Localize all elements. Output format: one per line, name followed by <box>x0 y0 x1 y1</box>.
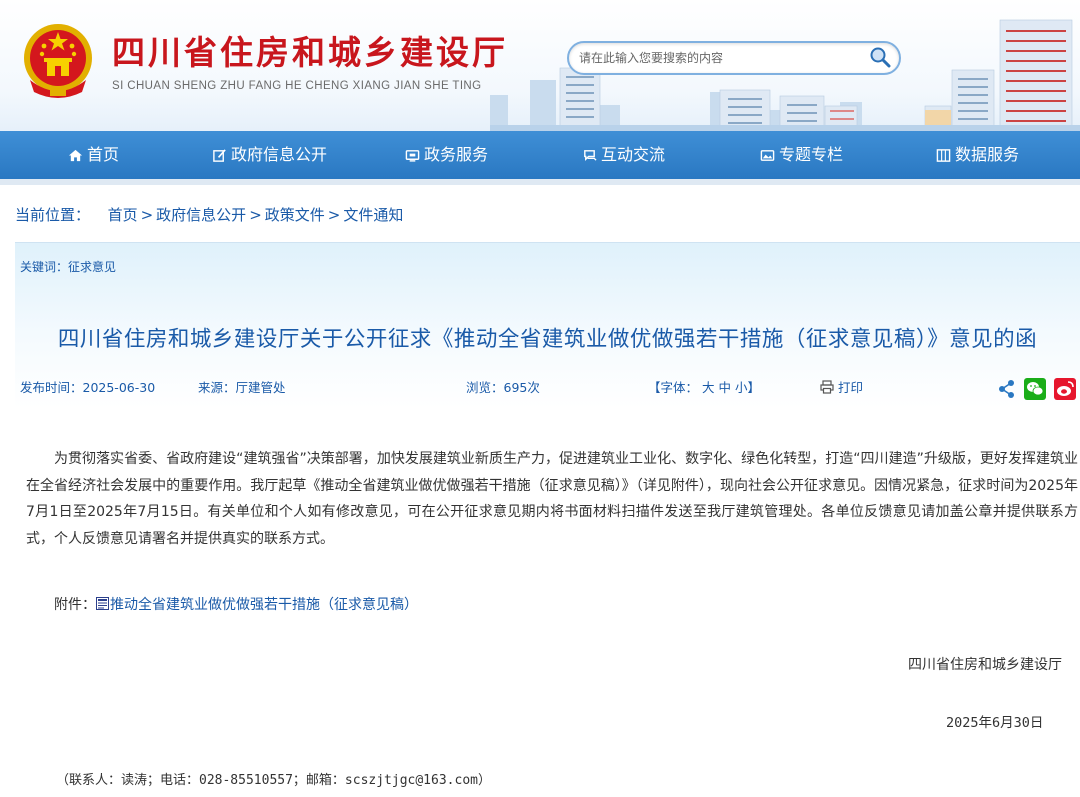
home-icon <box>68 149 83 161</box>
nav-label: 数据服务 <box>955 145 1020 164</box>
nav-item-government-services[interactable]: 政务服务 <box>405 131 488 179</box>
grid-icon <box>936 148 951 162</box>
wechat-share-icon[interactable] <box>1024 378 1046 400</box>
article-source: 来源：厅建管处 <box>198 380 286 395</box>
weibo-share-icon[interactable] <box>1054 378 1076 400</box>
nav-item-data-services[interactable]: 数据服务 <box>936 131 1019 179</box>
font-size-large[interactable]: 大 <box>702 380 715 395</box>
attachment-link[interactable]: 推动全省建筑业做优做强若干措施（征求意见稿） <box>110 597 418 613</box>
breadcrumb-home[interactable]: 首页 <box>108 206 138 224</box>
font-size-controls: 【字体： 大 中 小】 <box>648 377 760 396</box>
breadcrumb-separator: > <box>249 206 262 224</box>
share-icon[interactable] <box>996 378 1018 400</box>
nav-item-government-info[interactable]: 政府信息公开 <box>212 131 327 179</box>
breadcrumb-government-info[interactable]: 政府信息公开 <box>156 206 246 224</box>
print-label: 打印 <box>838 380 864 395</box>
search-icon[interactable] <box>869 46 891 68</box>
signature-organization: 四川省住房和城乡建设厅 <box>908 657 1062 673</box>
nav-label: 政府信息公开 <box>231 145 328 164</box>
article-body-paragraph: 为贯彻落实省委、省政府建设“建筑强省”决策部署，加快发展建筑业新质生产力，促进建… <box>26 451 1078 547</box>
breadcrumb-separator: > <box>140 206 154 224</box>
attachment-label: 附件： <box>54 597 96 613</box>
nav-label: 互动交流 <box>601 145 666 164</box>
nav-item-home[interactable]: 首页 <box>68 131 119 179</box>
font-size-medium[interactable]: 中 <box>719 380 732 395</box>
search-box <box>567 41 901 75</box>
contact-info: （联系人：读涛；电话：028-85510557；邮箱：scszjtjgc@163… <box>56 773 491 788</box>
edit-icon <box>213 148 226 162</box>
site-title[interactable]: 四川省住房和城乡建设厅 <box>112 26 508 74</box>
printer-icon <box>820 379 834 394</box>
search-input[interactable] <box>579 49 859 67</box>
article-keywords[interactable]: 关键词：征求意见 <box>20 258 116 275</box>
nav-item-special-topics[interactable]: 专题专栏 <box>760 131 843 179</box>
site-pinyin-subtitle: SI CHUAN SHENG ZHU FANG HE CHENG XIANG J… <box>112 80 482 92</box>
main-nav: 首页 政府信息公开 政务服务 互动交流 专题专栏 数据服务 <box>0 131 1080 179</box>
view-count: 浏览：695次 <box>466 380 540 395</box>
article-title: 四川省住房和城乡建设厅关于公开征求《推动全省建筑业做优做强若干措施（征求意见稿）… <box>57 327 1038 352</box>
nav-divider <box>0 179 1080 185</box>
exchange-icon <box>584 149 597 161</box>
breadcrumb-policy-documents[interactable]: 政策文件 <box>265 206 325 224</box>
breadcrumb-separator: > <box>327 206 341 224</box>
font-size-small[interactable]: 小 <box>735 380 748 395</box>
publish-date: 发布时间：2025-06-30 <box>20 380 156 395</box>
attachment: 附件： 推动全省建筑业做优做强若干措施（征求意见稿） <box>54 594 418 614</box>
font-size-close: 】 <box>747 380 761 395</box>
nav-label: 政务服务 <box>424 145 489 164</box>
monitor-icon <box>405 149 420 162</box>
document-icon <box>96 597 109 610</box>
print-button[interactable]: 打印 <box>820 377 863 396</box>
breadcrumb: 当前位置： 首页 > 政府信息公开 > 政策文件 > 文件通知 <box>15 204 403 225</box>
breadcrumb-file-notices[interactable]: 文件通知 <box>343 206 403 224</box>
font-size-label: 【字体： <box>648 380 699 395</box>
nav-item-interaction[interactable]: 互动交流 <box>582 131 665 179</box>
site-header: 四川省住房和城乡建设厅 SI CHUAN SHENG ZHU FANG HE C… <box>0 0 1080 131</box>
national-emblem-icon <box>24 24 92 98</box>
signature-date: 2025年6月30日 <box>946 715 1044 731</box>
image-icon <box>760 149 775 161</box>
breadcrumb-label: 当前位置： <box>15 206 91 224</box>
nav-label: 首页 <box>87 145 120 164</box>
nav-label: 专题专栏 <box>779 145 844 164</box>
